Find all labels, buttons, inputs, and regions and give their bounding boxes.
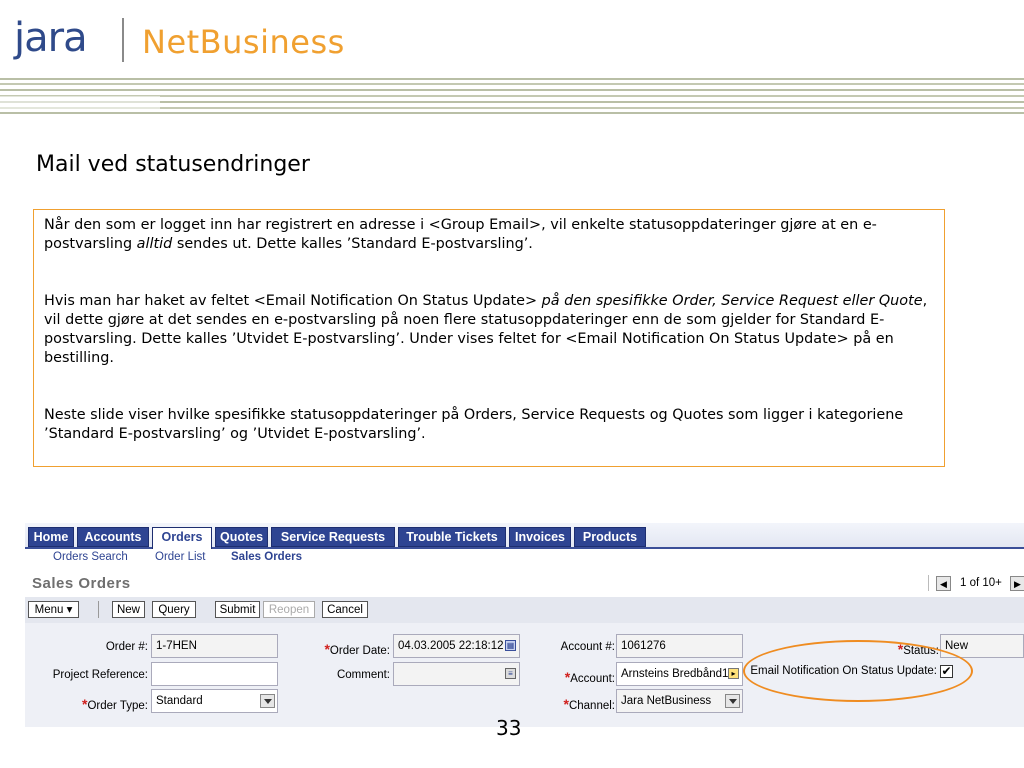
account-number-label: Account #:	[560, 641, 615, 653]
page-number: 33	[496, 716, 522, 740]
info-textbox: Når den som er logget inn har registrert…	[33, 209, 945, 467]
tab-service-requests[interactable]: Service Requests	[271, 527, 395, 547]
channel-value: Jara NetBusiness	[621, 695, 712, 707]
tab-bar: Home Accounts Orders Quotes Service Requ…	[25, 523, 1024, 549]
logo-product: NetBusiness	[142, 23, 345, 61]
toolbar-divider	[98, 601, 99, 618]
order-type-value: Standard	[156, 695, 203, 707]
project-reference-label: Project Reference:	[52, 669, 148, 681]
query-button[interactable]: Query	[152, 601, 196, 618]
account-field[interactable]: Arnsteins Bredbånd1 ▸	[616, 662, 743, 686]
highlight-ellipse	[743, 640, 973, 702]
order-number-label: Order #:	[105, 641, 148, 653]
tab-accounts[interactable]: Accounts	[77, 527, 149, 547]
logo-brand: jara	[14, 15, 88, 61]
order-type-select[interactable]: Standard	[151, 689, 278, 713]
tab-trouble-tickets[interactable]: Trouble Tickets	[398, 527, 506, 547]
project-reference-field[interactable]	[151, 662, 278, 686]
order-type-label: *Order Type:	[82, 696, 148, 712]
form-toolbar: Menu ▾ New Query Submit Reopen Cancel	[25, 597, 1024, 623]
paragraph-2: Hvis man har haket av feltet <Email Noti…	[44, 292, 939, 368]
account-value: Arnsteins Bredbånd1	[621, 668, 729, 680]
comment-label: Comment:	[336, 669, 390, 681]
paragraph-3: Neste slide viser hvilke spesifikke stat…	[44, 407, 904, 442]
subnav-order-list[interactable]: Order List	[155, 551, 206, 563]
chevron-down-icon[interactable]	[260, 694, 275, 708]
previous-record-icon[interactable]: ◀	[936, 576, 951, 591]
reopen-button: Reopen	[263, 601, 315, 618]
order-date-label: *Order Date:	[324, 641, 390, 657]
slide-title: Mail ved statusendringer	[36, 152, 310, 177]
note-icon[interactable]: ≡	[505, 668, 516, 679]
header-stripes	[0, 78, 1024, 114]
submit-button[interactable]: Submit	[215, 601, 260, 618]
menu-button[interactable]: Menu ▾	[28, 601, 79, 618]
logo-divider	[122, 18, 124, 62]
chevron-down-icon[interactable]	[725, 694, 740, 708]
record-pager: ◀ 1 of 10+ ▶	[928, 575, 1024, 593]
view-title: Sales Orders	[32, 575, 131, 592]
order-date-field[interactable]: 04.03.2005 22:18:12 ▦	[393, 634, 520, 658]
cancel-button[interactable]: Cancel	[322, 601, 368, 618]
comment-field[interactable]: ≡	[393, 662, 520, 686]
para1-emphasis: alltid	[136, 236, 173, 252]
pager-divider	[928, 575, 929, 591]
tab-quotes[interactable]: Quotes	[215, 527, 268, 547]
pick-account-icon[interactable]: ▸	[728, 668, 739, 679]
channel-select[interactable]: Jara NetBusiness	[616, 689, 743, 713]
account-label: *Account:	[564, 669, 615, 685]
order-date-value: 04.03.2005 22:18:12	[398, 640, 504, 652]
record-count: 1 of 10+	[960, 577, 1002, 589]
para2-emphasis: på den spesifikke Order, Service Request…	[541, 293, 923, 309]
tab-invoices[interactable]: Invoices	[509, 527, 571, 547]
sub-navigation: Orders Search Order List Sales Orders	[25, 549, 1024, 567]
next-record-icon[interactable]: ▶	[1010, 576, 1024, 591]
account-number-field: 1061276	[616, 634, 743, 658]
subnav-sales-orders[interactable]: Sales Orders	[231, 551, 302, 563]
para2-text-a: Hvis man har haket av feltet <Email Noti…	[44, 293, 542, 309]
channel-label: *Channel:	[563, 696, 616, 712]
paragraph-1: Når den som er logget inn har registrert…	[44, 216, 939, 254]
tab-products[interactable]: Products	[574, 527, 646, 547]
para1-text-b: sendes ut. Dette kalles ’Standard E-post…	[172, 236, 533, 252]
tab-orders[interactable]: Orders	[152, 527, 212, 549]
tab-home[interactable]: Home	[28, 527, 74, 547]
subnav-orders-search[interactable]: Orders Search	[53, 551, 128, 563]
calendar-icon[interactable]: ▦	[505, 640, 516, 651]
order-number-field: 1-7HEN	[151, 634, 278, 658]
new-button[interactable]: New	[112, 601, 145, 618]
